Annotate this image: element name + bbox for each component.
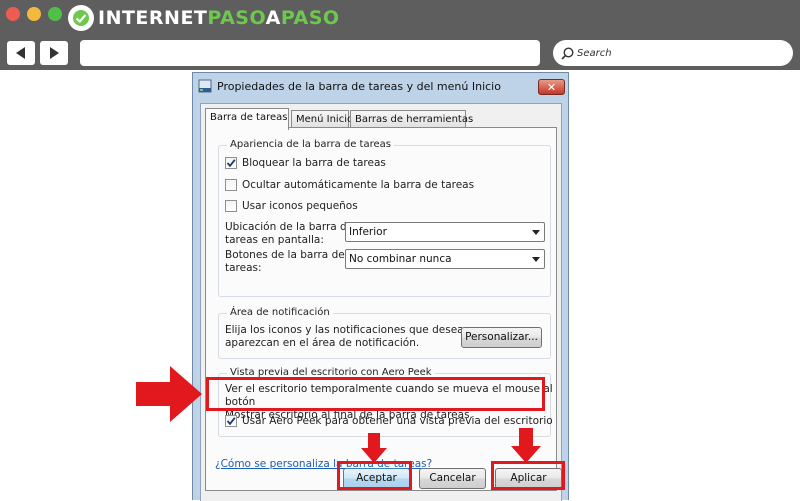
logo-check-icon: [68, 5, 94, 31]
dropdown-arrow-icon: [532, 230, 540, 235]
window-close-dot[interactable]: [6, 7, 20, 21]
taskbar-buttons-select-value: No combinar nunca: [349, 253, 452, 265]
location-select-value: Inferior: [349, 226, 387, 238]
appearance-legend: Apariencia de la barra de tareas: [227, 139, 394, 150]
location-label: Ubicación de la barra de tareas en panta…: [225, 221, 353, 247]
red-arrow-right-icon: [136, 366, 202, 422]
autohide-taskbar-label: Ocultar automáticamente la barra de tare…: [242, 179, 475, 191]
buttons-label: Botones de la barra de tareas:: [225, 249, 345, 275]
autohide-taskbar-option[interactable]: Ocultar automáticamente la barra de tare…: [225, 179, 474, 191]
forward-button[interactable]: [40, 41, 68, 65]
tab-barras-de-herramientas[interactable]: Barras de herramientas: [350, 110, 473, 128]
aero-peek-checkbox[interactable]: [225, 415, 237, 427]
back-button[interactable]: [7, 41, 35, 65]
back-arrow-icon: [16, 47, 25, 59]
location-label-line-2: tareas en pantalla:: [225, 234, 324, 246]
red-arrow-down-icon: [361, 433, 387, 463]
lock-taskbar-option[interactable]: Bloquear la barra de tareas: [225, 157, 386, 169]
dialog-title: Propiedades de la barra de tareas y del …: [217, 80, 501, 93]
window-maximize-dot[interactable]: [48, 7, 62, 21]
cancel-button[interactable]: Cancelar: [419, 468, 486, 489]
notification-text-line-2: aparezcan en el área de notificación.: [225, 337, 420, 349]
tab-menu-inicio[interactable]: Menú Inicio: [291, 110, 353, 128]
dropdown-arrow-icon: [532, 257, 540, 262]
window-minimize-dot[interactable]: [27, 7, 41, 21]
accept-highlight-box: [337, 461, 412, 490]
small-icons-checkbox[interactable]: [225, 200, 237, 212]
search-icon: [561, 46, 574, 60]
apply-highlight-box: [491, 461, 565, 490]
autohide-taskbar-checkbox[interactable]: [225, 179, 237, 191]
aero-peek-highlight-box: [206, 377, 545, 411]
logo-wordmark: INTERNETPASOAPASO: [98, 7, 340, 29]
lock-taskbar-checkbox[interactable]: [225, 157, 237, 169]
tab-barra-de-tareas[interactable]: Barra de tareas: [205, 108, 289, 130]
browser-titlebar: INTERNETPASOAPASO: [0, 0, 800, 36]
close-icon: ✕: [546, 80, 557, 94]
lock-taskbar-label: Bloquear la barra de tareas: [242, 157, 386, 169]
small-icons-option[interactable]: Usar iconos pequeños: [225, 200, 358, 212]
customize-button[interactable]: Personalizar...: [461, 327, 542, 348]
notification-description: Elija los iconos y las notificaciones qu…: [225, 324, 487, 350]
location-select[interactable]: Inferior: [345, 222, 545, 242]
browser-toolbar: Search: [0, 36, 800, 70]
location-label-line-1: Ubicación de la barra de: [225, 221, 354, 233]
address-bar[interactable]: [80, 40, 540, 66]
aero-peek-label: Usar Aero Peek para obtener una vista pr…: [242, 415, 553, 427]
site-logo: INTERNETPASOAPASO: [68, 4, 340, 32]
forward-arrow-icon: [50, 47, 59, 59]
dialog-close-button[interactable]: ✕: [538, 79, 565, 95]
notification-legend: Área de notificación: [227, 307, 333, 318]
notification-text-line-1: Elija los iconos y las notificaciones qu…: [225, 324, 487, 336]
checkmark-icon: [226, 159, 236, 168]
buttons-label-line-1: Botones de la barra de: [225, 249, 345, 261]
taskbar-properties-icon: [198, 79, 212, 96]
aero-peek-option[interactable]: Usar Aero Peek para obtener una vista pr…: [225, 415, 553, 427]
small-icons-label: Usar iconos pequeños: [242, 200, 358, 212]
search-input[interactable]: Search: [553, 40, 793, 66]
search-placeholder: Search: [577, 47, 612, 59]
taskbar-buttons-select[interactable]: No combinar nunca: [345, 249, 545, 269]
checkmark-icon: [226, 417, 236, 426]
buttons-label-line-2: tareas:: [225, 262, 262, 274]
red-arrow-down-icon: [511, 428, 541, 463]
